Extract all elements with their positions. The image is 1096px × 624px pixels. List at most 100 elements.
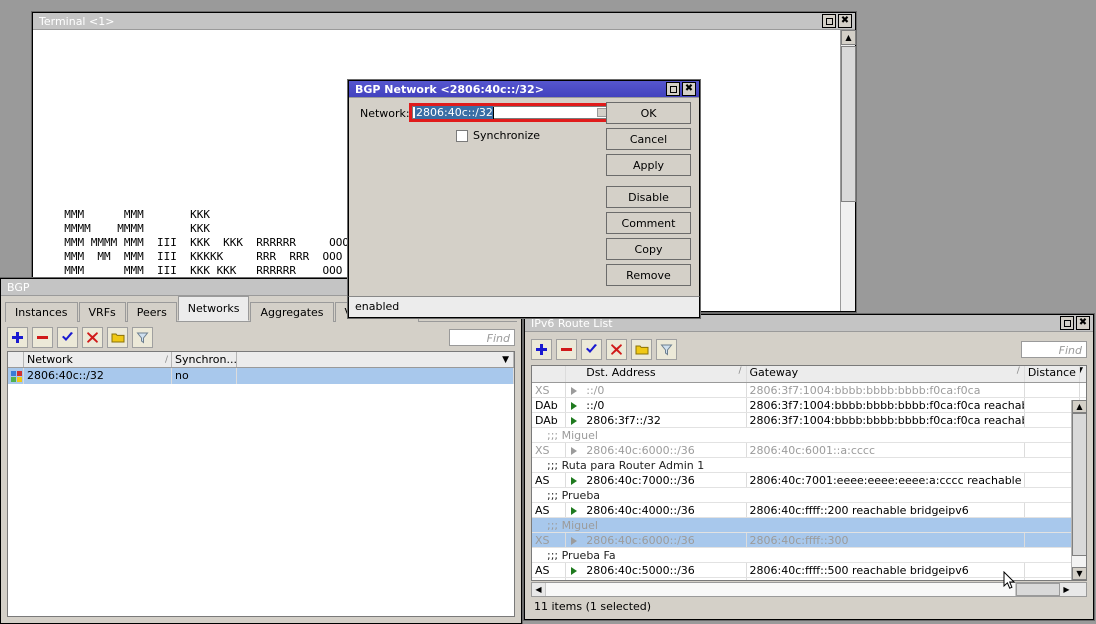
chevron-down-icon[interactable]: ▼	[1080, 366, 1083, 376]
comment-row[interactable]: ;;; Miguel	[532, 518, 1086, 533]
search-input[interactable]: Find	[449, 329, 515, 346]
comment-button[interactable]: Comment	[606, 212, 691, 234]
enable-button[interactable]	[581, 339, 602, 360]
comment-button[interactable]	[631, 339, 652, 360]
table-row[interactable]: DAb ::/0 2806:3f7:1004:bbbb:bbbb:bbbb:f0…	[532, 398, 1086, 413]
terminal-scroll-thumb[interactable]	[841, 46, 856, 202]
cell-flags: XS	[532, 443, 566, 457]
close-icon[interactable]: ✖	[838, 14, 852, 28]
terminal-vertical-scrollbar[interactable]: ▲	[840, 30, 855, 311]
route-scroll-thumb[interactable]	[1072, 413, 1086, 556]
column-header-dst-address[interactable]: Dst. Address /	[583, 366, 746, 382]
comment-row[interactable]: ;;; Prueba Fa	[532, 548, 1086, 563]
bgp-window[interactable]: BGP Instances VRFs Peers Networks Aggreg…	[0, 278, 522, 624]
synchronize-checkbox[interactable]	[456, 130, 468, 142]
scroll-right-arrow-icon[interactable]: ▶	[1060, 583, 1073, 596]
comment-button[interactable]	[107, 327, 128, 348]
tab-vrfs[interactable]: VRFs	[79, 302, 126, 322]
comment-row[interactable]: ;;; Prueba	[532, 488, 1086, 503]
bgp-network-dialog[interactable]: BGP Network <2806:40c::/32> ✖ Network: 2…	[348, 80, 700, 318]
four-squares-icon	[11, 371, 22, 382]
table-row[interactable]: AS 2806:40c:5000::/36 2806:40c:ffff::500…	[532, 563, 1086, 578]
cancel-button[interactable]: Cancel	[606, 128, 691, 150]
route-vertical-scrollbar[interactable]: ▲ ▼	[1071, 400, 1086, 580]
column-header-menu[interactable]: ▼	[1080, 366, 1086, 382]
table-row[interactable]: AS 2806:40c:4000::/36 2806:40c:ffff::200…	[532, 503, 1086, 518]
bgp-grid-header: Network/ Synchron... ▼	[8, 352, 514, 368]
table-row[interactable]: XS 2806:40c:6000::/36 2806:40c:ffff::300	[532, 533, 1086, 548]
remove-button[interactable]	[556, 339, 577, 360]
cell-gateway: 2806:3f7:1004:bbbb:bbbb:bbbb:f0ca:f0ca r…	[747, 413, 1025, 427]
search-input[interactable]: Find	[1021, 341, 1087, 358]
route-hscroll-track[interactable]	[545, 583, 1016, 596]
add-button[interactable]	[7, 327, 28, 348]
column-header-flags[interactable]	[532, 366, 566, 382]
tab-instances[interactable]: Instances	[5, 302, 78, 322]
table-row[interactable]: DAC 2806:40c:ffff::/48 bridgeipv6 reacha…	[532, 578, 1086, 580]
comment-text: ;;; Prueba	[532, 488, 600, 502]
column-header-network[interactable]: Network/	[24, 352, 172, 367]
copy-button[interactable]: Copy	[606, 238, 691, 260]
scroll-left-arrow-icon[interactable]: ◀	[532, 583, 545, 596]
chevron-down-icon[interactable]: ▼	[502, 352, 509, 367]
cell-flags: AS	[532, 473, 566, 487]
comment-row[interactable]: ;;; Miguel	[532, 428, 1086, 443]
disable-button[interactable]: Disable	[606, 186, 691, 208]
disable-button[interactable]	[82, 327, 103, 348]
tab-networks[interactable]: Networks	[178, 296, 250, 321]
synchronize-row: Synchronize	[456, 129, 540, 142]
close-icon[interactable]: ✖	[682, 82, 696, 96]
scroll-down-arrow-icon[interactable]: ▼	[1072, 567, 1086, 580]
filter-button[interactable]	[656, 339, 677, 360]
cell-dst-address: 2806:3f7::/32	[583, 413, 746, 427]
bgp-networks-grid[interactable]: Network/ Synchron... ▼ 2806:40c::/32 no	[7, 351, 515, 617]
column-header-distance[interactable]: Distance	[1025, 366, 1080, 382]
maximize-icon[interactable]	[1060, 316, 1074, 330]
cell-gateway: 2806:40c:ffff::200 reachable bridgeipv6	[747, 503, 1025, 517]
bgp-network-status-bar: enabled	[348, 296, 700, 318]
bgp-network-title: BGP Network <2806:40c::/32>	[355, 83, 544, 96]
column-label: Dst. Address	[586, 366, 655, 379]
apply-button[interactable]: Apply	[606, 154, 691, 176]
remove-button[interactable]: Remove	[606, 264, 691, 286]
bgp-network-titlebar[interactable]: BGP Network <2806:40c::/32> ✖	[349, 81, 699, 98]
column-header-arrow[interactable]	[566, 366, 584, 382]
remove-button[interactable]	[32, 327, 53, 348]
terminal-titlebar[interactable]: Terminal <1> ✖	[33, 13, 855, 30]
cell-flags: XS	[532, 533, 566, 547]
filter-button[interactable]	[132, 327, 153, 348]
network-input[interactable]: 2806:40c::/32	[412, 106, 611, 119]
column-header-gateway[interactable]: Gateway /	[747, 366, 1025, 382]
tab-peers[interactable]: Peers	[127, 302, 177, 322]
cell-flags: AS	[532, 563, 566, 577]
column-header-spacer[interactable]: ▼	[237, 352, 514, 367]
add-button[interactable]	[531, 339, 552, 360]
ok-button[interactable]: OK	[606, 102, 691, 124]
comment-row[interactable]: ;;; Ruta para Router Admin 1	[532, 458, 1086, 473]
maximize-icon[interactable]	[822, 14, 836, 28]
enable-button[interactable]	[57, 327, 78, 348]
route-grid-body[interactable]: XS ::/0 2806:3f7:1004:bbbb:bbbb:bbbb:f0c…	[532, 383, 1086, 580]
synchronize-label: Synchronize	[473, 129, 540, 142]
column-header-synchronize[interactable]: Synchron...	[172, 352, 237, 367]
route-window-controls: ✖	[1060, 316, 1090, 330]
close-icon[interactable]: ✖	[1076, 316, 1090, 330]
table-row[interactable]: AS 2806:40c:7000::/36 2806:40c:7001:eeee…	[532, 473, 1086, 488]
route-horizontal-scrollbar[interactable]: ◀ ▶	[531, 582, 1087, 597]
tab-label: Instances	[15, 306, 68, 319]
table-row[interactable]: 2806:40c::/32 no	[8, 368, 514, 384]
route-grid[interactable]: Dst. Address / Gateway / Distance ▼ XS	[531, 365, 1087, 581]
column-header-icon[interactable]	[8, 352, 24, 367]
table-row[interactable]: DAb 2806:3f7::/32 2806:3f7:1004:bbbb:bbb…	[532, 413, 1086, 428]
ipv6-route-list-window[interactable]: IPv6 Route List ✖	[524, 314, 1094, 620]
scroll-up-arrow-icon[interactable]: ▲	[1072, 400, 1086, 413]
comment-text: ;;; Miguel	[532, 428, 598, 442]
maximize-icon[interactable]	[666, 82, 680, 96]
cell-dst-address: 2806:40c:6000::/36	[583, 443, 746, 457]
route-hscroll-thumb[interactable]	[1016, 583, 1060, 596]
tab-aggregates[interactable]: Aggregates	[250, 302, 333, 322]
disable-button[interactable]	[606, 339, 627, 360]
scroll-up-arrow-icon[interactable]: ▲	[841, 30, 856, 45]
table-row[interactable]: XS ::/0 2806:3f7:1004:bbbb:bbbb:bbbb:f0c…	[532, 383, 1086, 398]
table-row[interactable]: XS 2806:40c:6000::/36 2806:40c:6001::a:c…	[532, 443, 1086, 458]
